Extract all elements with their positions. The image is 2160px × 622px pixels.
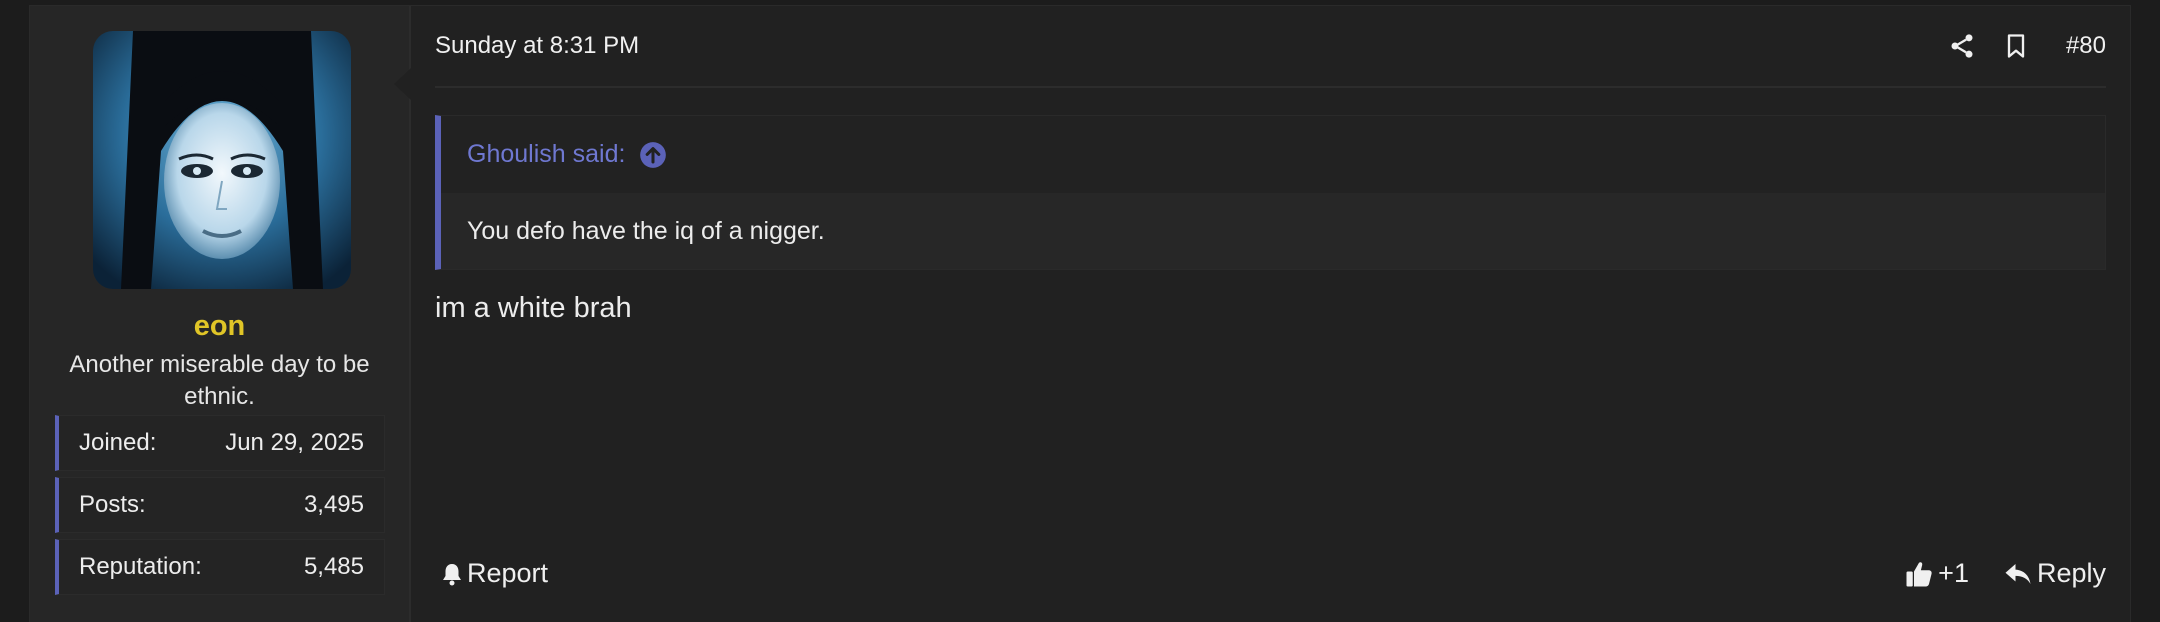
bookmark-icon[interactable] (2002, 32, 2030, 60)
post-arrow (394, 68, 411, 100)
share-icon[interactable] (1948, 32, 1976, 60)
reaction-count: +1 (1938, 558, 1969, 588)
post-date[interactable]: Sunday at 8:31 PM (435, 32, 639, 60)
quote-block: Ghoulish said: You defo have the iq of a… (435, 115, 2106, 270)
stat-value: 3,495 (303, 491, 364, 518)
reply-button[interactable]: Reply (2003, 558, 2106, 589)
reply-label: Reply (2036, 558, 2106, 588)
reply-icon (2003, 559, 2033, 589)
stat-value: Jun 29, 2025 (225, 429, 364, 456)
post-header: Sunday at 8:31 PM #80 (435, 6, 2106, 88)
stat-label: Joined: (79, 429, 157, 456)
stat-label: Posts: (79, 491, 146, 518)
user-title: Another miserable day to be ethnic. (69, 351, 370, 410)
post-number-link[interactable]: #80 (2066, 32, 2106, 60)
report-button[interactable]: Report (467, 558, 548, 589)
avatar[interactable] (93, 31, 351, 289)
stat-label: Reputation: (79, 553, 202, 580)
post-message: im a white brah (435, 292, 632, 324)
stat-reputation: Reputation: 5,485 (55, 539, 385, 595)
user-info-panel: eon Another miserable day to be ethnic. … (30, 6, 411, 622)
quote-header: Ghoulish said: (441, 116, 2105, 193)
bell-icon (441, 562, 463, 586)
forum-post: eon Another miserable day to be ethnic. … (29, 5, 2131, 622)
reaction-button[interactable]: +1 (1904, 558, 1969, 589)
post-footer-right: +1 Reply (1904, 558, 2106, 589)
thumbs-up-icon (1904, 559, 1934, 589)
post-header-actions: #80 (1948, 32, 2106, 60)
post-footer-left: Report (441, 558, 548, 589)
post-content: Sunday at 8:31 PM #80 Ghoulish said: You… (411, 6, 2130, 622)
arrow-up-circle-icon[interactable] (639, 141, 667, 169)
stat-posts: Posts: 3,495 (55, 477, 385, 533)
quote-text: You defo have the iq of a nigger. (441, 193, 2105, 269)
username[interactable]: eon (30, 310, 409, 343)
stat-joined: Joined: Jun 29, 2025 (55, 415, 385, 471)
user-stats: Joined: Jun 29, 2025 Posts: 3,495 Reputa… (55, 415, 385, 601)
quote-author-link[interactable]: Ghoulish said: (467, 140, 625, 169)
stat-value: 5,485 (303, 553, 364, 580)
avatar-portrait (93, 31, 351, 289)
